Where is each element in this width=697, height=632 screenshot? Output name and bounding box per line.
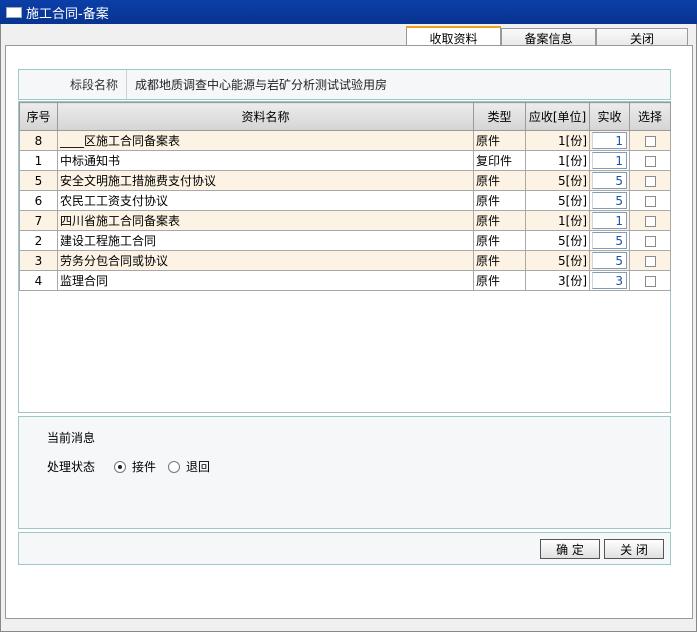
cell-seq: 3 [19, 250, 58, 271]
cell-seq: 2 [19, 230, 58, 251]
radio-accept[interactable]: 接件 [114, 458, 156, 475]
cell-material-name: ____区施工合同备案表 [57, 130, 474, 151]
table-row[interactable]: 3 劳务分包合同或协议 原件 5[份] 5 [19, 250, 671, 271]
radio-return[interactable]: 退回 [168, 458, 210, 475]
cell-material-name: 监理合同 [57, 270, 474, 291]
table-row[interactable]: 4 监理合同 原件 3[份] 3 [19, 270, 671, 291]
close-button[interactable]: 关 闭 [604, 539, 664, 559]
cell-due: 5[份] [525, 170, 590, 191]
select-checkbox[interactable] [644, 275, 656, 287]
radio-accept-label: 接件 [132, 460, 157, 474]
received-input[interactable]: 1 [592, 212, 627, 229]
cell-material-name: 建设工程施工合同 [57, 230, 474, 251]
title-bar: 施工合同-备案 [0, 0, 697, 24]
section-name-value: 成都地质调查中心能源与岩矿分析测试试验用房 [135, 78, 388, 92]
button-bar: 确 定 关 闭 [18, 532, 671, 565]
table-row[interactable]: 7 四川省施工合同备案表 原件 1[份] 1 [19, 210, 671, 231]
cell-type: 原件 [473, 130, 526, 151]
received-input[interactable]: 5 [592, 252, 627, 269]
cell-due: 1[份] [525, 130, 590, 151]
table-row[interactable]: 2 建设工程施工合同 原件 5[份] 5 [19, 230, 671, 251]
cell-type: 原件 [473, 270, 526, 291]
table-row[interactable]: 5 安全文明施工措施费支付协议 原件 5[份] 5 [19, 170, 671, 191]
process-status-label: 处理状态 [47, 460, 96, 474]
cell-seq: 7 [19, 210, 58, 231]
cell-type: 原件 [473, 190, 526, 211]
received-input[interactable]: 1 [592, 132, 627, 149]
header-type[interactable]: 类型 [473, 102, 526, 131]
window-title: 施工合同-备案 [26, 6, 109, 22]
section-name-row: 标段名称 成都地质调查中心能源与岩矿分析测试试验用房 [18, 69, 671, 100]
select-checkbox[interactable] [644, 195, 656, 207]
select-checkbox[interactable] [644, 155, 656, 167]
radio-return-label: 退回 [186, 460, 211, 474]
radio-return-dot[interactable] [168, 460, 181, 473]
select-checkbox[interactable] [644, 235, 656, 247]
cell-material-name: 农民工工资支付协议 [57, 190, 474, 211]
cell-due: 3[份] [525, 270, 590, 291]
section-name-label: 标段名称 [19, 70, 127, 99]
cell-due: 1[份] [525, 210, 590, 231]
header-material-name[interactable]: 资料名称 [57, 102, 474, 131]
select-checkbox[interactable] [644, 135, 656, 147]
table-row[interactable]: 8 ____区施工合同备案表 原件 1[份] 1 [19, 130, 671, 151]
header-due[interactable]: 应收[单位] [525, 102, 590, 131]
message-section: 当前消息 处理状态 接件 退回 [18, 416, 671, 529]
cell-material-name: 中标通知书 [57, 150, 474, 171]
cell-seq: 5 [19, 170, 58, 191]
table-row[interactable]: 1 中标通知书 复印件 1[份] 1 [19, 150, 671, 171]
select-checkbox[interactable] [644, 255, 656, 267]
radio-accept-dot[interactable] [114, 460, 126, 473]
select-checkbox[interactable] [644, 175, 656, 187]
cell-seq: 1 [19, 150, 58, 171]
header-received[interactable]: 实收 [589, 102, 630, 131]
process-status-radio-group: 接件 退回 [114, 458, 222, 475]
table-row[interactable]: 6 农民工工资支付协议 原件 5[份] 5 [19, 190, 671, 211]
cell-due: 5[份] [525, 230, 590, 251]
cell-type: 原件 [473, 250, 526, 271]
materials-table: 序号 资料名称 类型 应收[单位] 实收 选择 8 ____区施工合同备案表 原… [19, 102, 671, 291]
header-seq[interactable]: 序号 [19, 102, 58, 131]
window-icon [6, 6, 22, 18]
cell-type: 原件 [473, 170, 526, 191]
cell-seq: 6 [19, 190, 58, 211]
header-select[interactable]: 选择 [629, 102, 671, 131]
cell-due: 5[份] [525, 250, 590, 271]
cell-material-name: 劳务分包合同或协议 [57, 250, 474, 271]
cell-due: 1[份] [525, 150, 590, 171]
table-header-row: 序号 资料名称 类型 应收[单位] 实收 选择 [19, 102, 671, 131]
received-input[interactable]: 5 [592, 172, 627, 189]
cell-type: 原件 [473, 230, 526, 251]
cell-seq: 8 [19, 130, 58, 151]
received-input[interactable]: 3 [592, 272, 627, 289]
window-body: 收取资料 备案信息 关闭 标段名称 成都地质调查中心能源与岩矿分析测试试验用房 … [0, 24, 697, 632]
cell-due: 5[份] [525, 190, 590, 211]
cell-type: 复印件 [473, 150, 526, 171]
current-message-label: 当前消息 [47, 431, 96, 445]
cell-material-name: 安全文明施工措施费支付协议 [57, 170, 474, 191]
materials-grid: 序号 资料名称 类型 应收[单位] 实收 选择 8 ____区施工合同备案表 原… [18, 101, 671, 413]
select-checkbox[interactable] [644, 215, 656, 227]
received-input[interactable]: 1 [592, 152, 627, 169]
cell-type: 原件 [473, 210, 526, 231]
received-input[interactable]: 5 [592, 232, 627, 249]
ok-button[interactable]: 确 定 [540, 539, 600, 559]
received-input[interactable]: 5 [592, 192, 627, 209]
tab-page: 标段名称 成都地质调查中心能源与岩矿分析测试试验用房 序号 资料名称 类型 应收… [5, 45, 693, 619]
cell-seq: 4 [19, 270, 58, 291]
cell-material-name: 四川省施工合同备案表 [57, 210, 474, 231]
